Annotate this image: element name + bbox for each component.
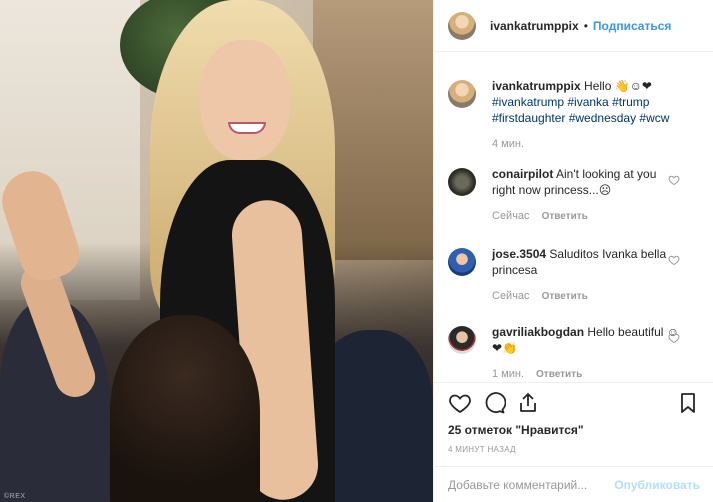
post-actions: 25 отметок "Нравится" 4 минут назад [434,382,713,454]
caption-hashtags[interactable]: #ivankatrump #ivanka #trump #firstdaught… [492,95,669,125]
caption-username[interactable]: ivankatrumppix [492,79,581,93]
post-photo[interactable]: ©REX [0,0,433,502]
comment-text-block: gavriliakbogdan Hello beautiful ☺❤👏 [492,324,682,356]
reply-button[interactable]: Ответить [542,291,588,302]
comment-meta: Сейчас Ответить [492,210,682,222]
photo-credit: ©REX [4,493,26,500]
photo-smile [228,122,266,134]
comment-meta: Сейчас Ответить [492,290,682,302]
comment-time[interactable]: 1 мин. [492,368,524,380]
photo-foreground-head [110,315,260,502]
reply-button[interactable]: Ответить [542,211,588,222]
like-comment-heart-icon[interactable] [668,174,680,186]
like-heart-icon[interactable] [448,391,472,415]
comment-username[interactable]: gavriliakbogdan [492,325,584,339]
comment-time[interactable]: Сейчас [492,290,530,302]
comment-item: gavriliakbogdan Hello beautiful ☺❤👏 1 ми… [434,324,698,380]
photo-face [200,40,290,160]
comments-list[interactable]: ivankatrumppix Hello 👋☺❤ #ivankatrump #i… [434,60,713,380]
publish-button[interactable]: Опубликовать [614,478,700,492]
comment-username[interactable]: conairpilot [492,167,553,181]
header-separator: • [583,18,588,33]
author-username[interactable]: ivankatrumppix [490,19,579,33]
comment-time[interactable]: Сейчас [492,210,530,222]
comment-text-block: jose.3504 Saluditos Ivanka bella princes… [492,246,682,278]
caption: ivankatrumppix Hello 👋☺❤ #ivankatrump #i… [434,78,698,150]
comment-avatar[interactable] [448,248,476,276]
likes-count[interactable]: 25 отметок "Нравится" [448,423,700,437]
comment-bubble-icon[interactable] [482,391,506,415]
comment-item: jose.3504 Saluditos Ivanka bella princes… [434,246,698,302]
comment-text-block: conairpilot Ain't looking at you right n… [492,166,682,198]
action-icons [448,391,700,415]
post-header: ivankatrumppix • Подписаться [434,0,713,52]
caption-time[interactable]: 4 мин. [492,138,524,150]
posted-time[interactable]: 4 минут назад [448,445,700,454]
add-comment-bar: Опубликовать [434,466,713,502]
like-comment-heart-icon[interactable] [668,332,680,344]
comment-username[interactable]: jose.3504 [492,247,546,261]
bookmark-icon[interactable] [676,391,700,415]
reply-button[interactable]: Ответить [536,369,582,380]
follow-button[interactable]: Подписаться [593,19,671,33]
author-avatar[interactable] [448,11,476,40]
caption-text-block: ivankatrumppix Hello 👋☺❤ #ivankatrump #i… [492,78,682,126]
like-comment-heart-icon[interactable] [668,254,680,266]
instagram-post: ©REX ivankatrumppix • Подписаться ivanka… [0,0,713,502]
comment-item: conairpilot Ain't looking at you right n… [434,166,698,222]
post-sidebar: ivankatrumppix • Подписаться ivankatrump… [433,0,713,502]
caption-avatar[interactable] [448,80,476,108]
share-icon[interactable] [516,391,540,415]
comment-input[interactable] [448,477,615,492]
comment-avatar[interactable] [448,168,476,196]
comment-avatar[interactable] [448,326,476,354]
caption-meta: 4 мин. [492,138,682,150]
comment-meta: 1 мин. Ответить [492,368,682,380]
caption-text: Hello 👋☺❤ [584,79,652,93]
